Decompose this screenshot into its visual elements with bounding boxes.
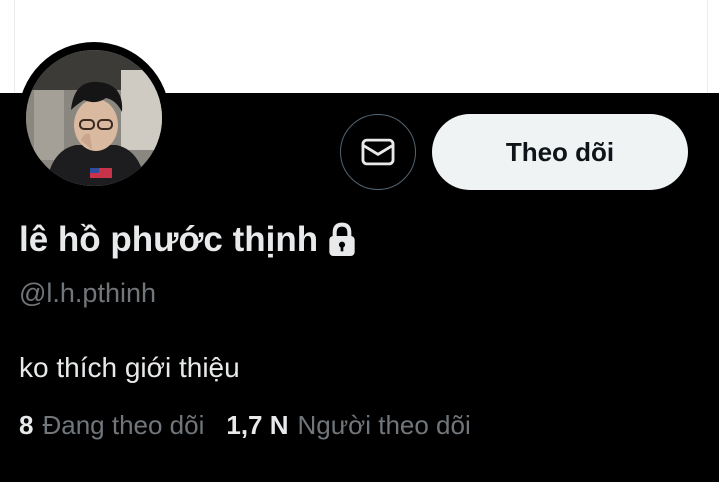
message-button[interactable] [340, 114, 416, 190]
following-count: 8 [19, 410, 34, 440]
profile-photo [26, 50, 162, 186]
follow-button[interactable]: Theo dõi [432, 114, 688, 190]
follow-button-label: Theo dõi [505, 136, 615, 167]
followers-link[interactable]: 1,7 N Người theo dõi [226, 410, 470, 441]
following-link[interactable]: 8 Đang theo dõi [19, 410, 204, 441]
profile-bio: ko thích giới thiệu [19, 352, 240, 383]
profile-stats: 8 Đang theo dõi 1,7 N Người theo dõi [19, 410, 471, 441]
following-label: Đang theo dõi [42, 410, 205, 440]
envelope-icon [361, 138, 395, 166]
followers-label: Người theo dõi [297, 410, 471, 440]
display-name: lê hồ phước thịnh [19, 220, 319, 259]
followers-count: 1,7 N [226, 410, 289, 440]
profile-name-row: lê hồ phước thịnh [19, 218, 358, 262]
profile-handle: @l.h.pthinh [19, 278, 156, 308]
lock-icon [326, 221, 358, 259]
avatar[interactable] [26, 50, 162, 186]
